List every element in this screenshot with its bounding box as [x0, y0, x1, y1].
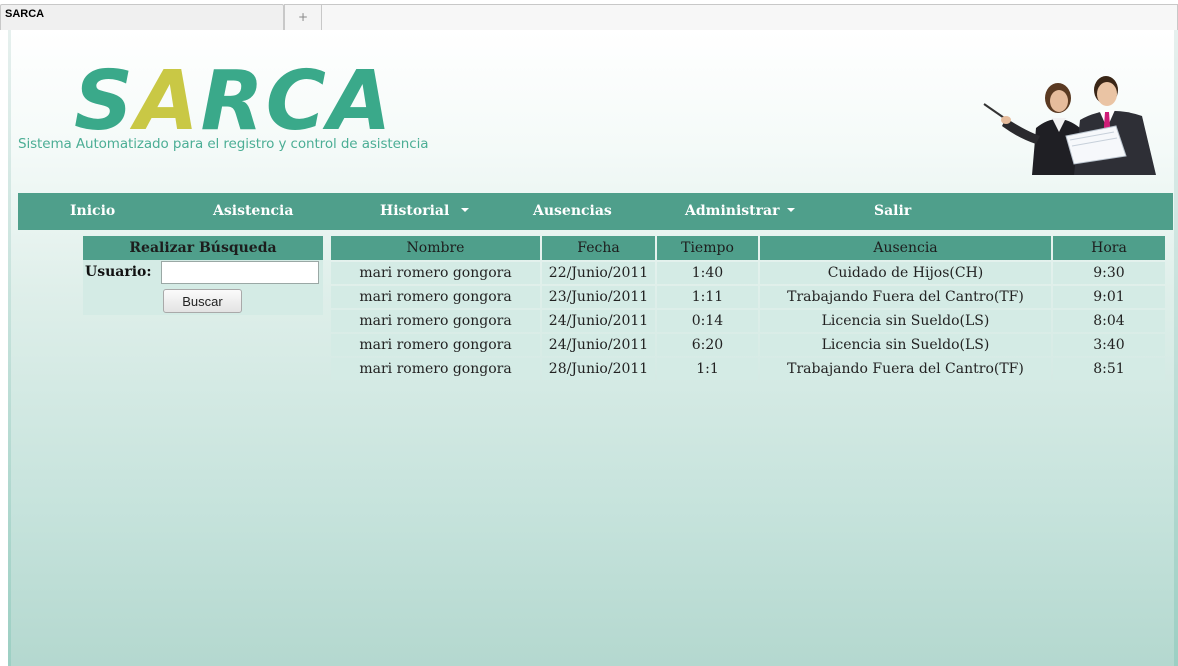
logo-letter: A — [327, 54, 394, 149]
browser-tab[interactable]: SARCA — [0, 4, 284, 30]
site-subtitle: Sistema Automatizado para el registro y … — [18, 136, 429, 152]
cell-ausencia: Licencia sin Sueldo(LS) — [760, 334, 1051, 356]
cell-ausencia: Cuidado de Hijos(CH) — [760, 262, 1051, 284]
search-button[interactable]: Buscar — [163, 289, 242, 313]
user-label: Usuario: — [85, 264, 152, 280]
column-header-fecha: Fecha — [542, 236, 655, 260]
cell-ausencia: Licencia sin Sueldo(LS) — [760, 310, 1051, 332]
page-border-left — [8, 30, 11, 666]
cell-nombre: mari romero gongora — [331, 262, 540, 284]
logo-letter: S — [74, 54, 136, 149]
cell-hora: 8:04 — [1053, 310, 1165, 332]
nav-item-administrar[interactable]: Administrar — [685, 193, 796, 230]
table-row: mari romero gongora 28/Junio/2011 1:1 Tr… — [331, 358, 1165, 380]
nav-item-inicio[interactable]: Inicio — [70, 193, 115, 230]
cell-tiempo: 0:14 — [657, 310, 758, 332]
column-header-hora: Hora — [1053, 236, 1165, 260]
cell-hora: 9:30 — [1053, 262, 1165, 284]
cell-fecha: 24/Junio/2011 — [542, 310, 655, 332]
main-navbar: Inicio Asistencia Historial Ausencias Ad… — [18, 193, 1173, 230]
search-title: Realizar Búsqueda — [83, 236, 323, 260]
column-header-tiempo: Tiempo — [657, 236, 758, 260]
column-header-nombre: Nombre — [331, 236, 540, 260]
column-header-ausencia: Ausencia — [760, 236, 1051, 260]
new-tab-button[interactable]: + — [284, 4, 322, 30]
cell-hora: 3:40 — [1053, 334, 1165, 356]
cell-nombre: mari romero gongora — [331, 310, 540, 332]
cell-tiempo: 1:40 — [657, 262, 758, 284]
cell-fecha: 22/Junio/2011 — [542, 262, 655, 284]
cell-fecha: 24/Junio/2011 — [542, 334, 655, 356]
nav-label-administrar: Administrar — [685, 203, 780, 219]
cell-ausencia: Trabajando Fuera del Cantro(TF) — [760, 358, 1051, 380]
cell-nombre: mari romero gongora — [331, 286, 540, 308]
cell-hora: 8:51 — [1053, 358, 1165, 380]
logo-letter: R — [200, 54, 266, 149]
cell-tiempo: 6:20 — [657, 334, 758, 356]
user-row: Usuario: — [83, 260, 323, 287]
table-row: mari romero gongora 22/Junio/2011 1:40 C… — [331, 262, 1165, 284]
table-row: mari romero gongora 23/Junio/2011 1:11 T… — [331, 286, 1165, 308]
nav-item-historial[interactable]: Historial — [380, 193, 470, 230]
cell-fecha: 23/Junio/2011 — [542, 286, 655, 308]
cell-hora: 9:01 — [1053, 286, 1165, 308]
cell-nombre: mari romero gongora — [331, 358, 540, 380]
nav-label-ausencias: Ausencias — [533, 203, 612, 219]
browser-tab-title: SARCA — [5, 8, 45, 20]
nav-label-salir: Salir — [874, 203, 912, 219]
page-border-right — [1174, 30, 1178, 666]
cell-tiempo: 1:1 — [657, 358, 758, 380]
browser-tab-bar: SARCA + — [0, 0, 1178, 30]
nav-label-historial: Historial — [380, 203, 450, 219]
table-row: mari romero gongora 24/Junio/2011 6:20 L… — [331, 334, 1165, 356]
sarca-logo[interactable]: SARCA — [74, 61, 494, 143]
nav-item-ausencias[interactable]: Ausencias — [533, 193, 612, 230]
logo-letter: A — [135, 54, 201, 149]
chevron-down-icon — [461, 208, 470, 212]
chevron-down-icon — [787, 208, 796, 212]
search-panel: Realizar Búsqueda Usuario: Buscar — [83, 236, 323, 315]
user-input[interactable] — [161, 261, 319, 284]
nav-item-salir[interactable]: Salir — [874, 193, 911, 230]
nav-label-inicio: Inicio — [70, 203, 116, 219]
logo-letter: C — [265, 54, 328, 149]
table-row: mari romero gongora 24/Junio/2011 0:14 L… — [331, 310, 1165, 332]
nav-label-asistencia: Asistencia — [213, 203, 294, 219]
cell-fecha: 28/Junio/2011 — [542, 358, 655, 380]
cell-tiempo: 1:11 — [657, 286, 758, 308]
business-people-image — [983, 76, 1156, 175]
cell-nombre: mari romero gongora — [331, 334, 540, 356]
nav-item-asistencia[interactable]: Asistencia — [213, 193, 293, 230]
tab-strip-empty — [322, 4, 1178, 30]
table-header-row: Nombre Fecha Tiempo Ausencia Hora — [331, 236, 1165, 260]
results-table: Nombre Fecha Tiempo Ausencia Hora mari r… — [329, 234, 1167, 382]
cell-ausencia: Trabajando Fuera del Cantro(TF) — [760, 286, 1051, 308]
logo-text: SARCA — [74, 61, 494, 143]
search-button-row: Buscar — [83, 287, 323, 315]
